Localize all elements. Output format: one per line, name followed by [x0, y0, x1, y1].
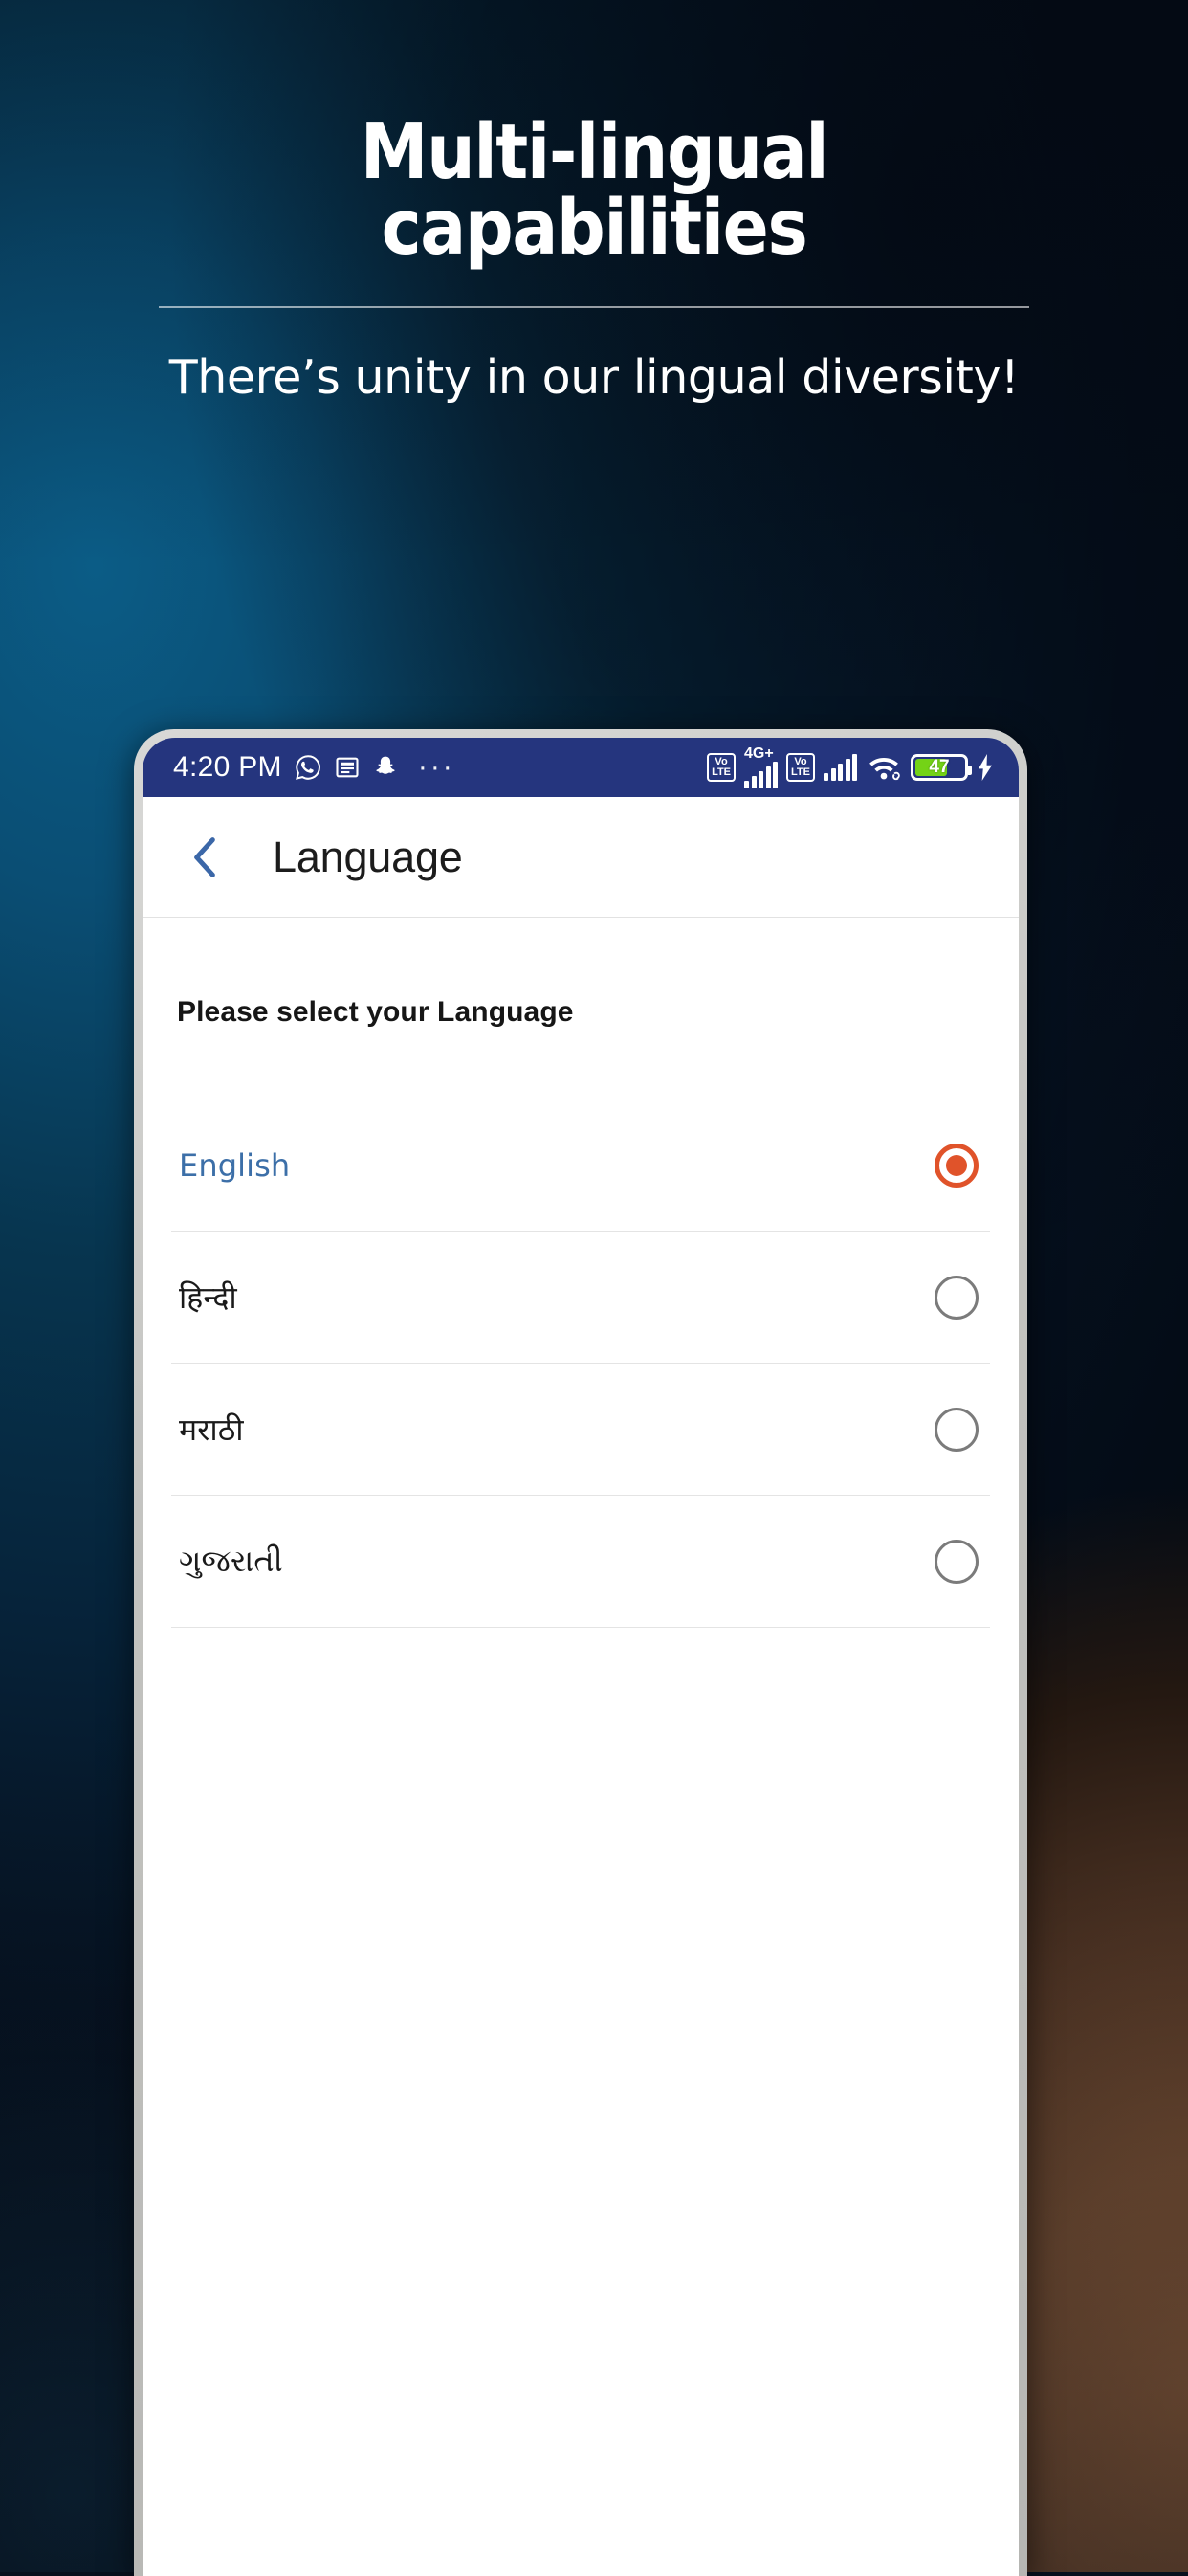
signal-bars-sim2-icon — [824, 754, 857, 781]
radio-button-marathi[interactable] — [935, 1407, 979, 1452]
promo-title-line-1: Multi-lingual — [360, 108, 829, 196]
radio-button-hindi[interactable] — [935, 1275, 979, 1320]
network-type-label: 4G+ — [744, 745, 774, 762]
status-bar-clock: 4:20 PM — [173, 751, 282, 783]
signal-bars-sim1-icon — [744, 762, 779, 788]
promo-title: Multi-lingual capabilities — [0, 115, 1188, 266]
promo-subtitle: There’s unity in our lingual diversity! — [168, 350, 1020, 405]
language-label: मराठी — [179, 1411, 244, 1448]
language-option-marathi[interactable]: मराठी — [171, 1364, 990, 1496]
select-language-prompt: Please select your Language — [177, 996, 574, 1028]
headline-divider — [159, 306, 1029, 308]
charging-bolt-icon — [979, 754, 992, 781]
language-option-english[interactable]: English — [171, 1099, 990, 1232]
promo-title-line-2: capabilities — [381, 184, 808, 272]
language-label: English — [179, 1146, 291, 1184]
volte-sim1-icon: Vo LTE — [707, 753, 737, 782]
language-screen-content: Please select your Language English हिन्… — [143, 918, 1019, 1628]
whatsapp-icon — [295, 755, 320, 780]
status-bar-right: Vo LTE 4G+ Vo LTE 47 — [707, 746, 994, 788]
back-button[interactable] — [175, 828, 234, 887]
language-option-gujarati[interactable]: ગુજરાતી — [171, 1496, 990, 1628]
status-bar: 4:20 PM ··· Vo LTE 4G+ Vo LTE 47 — [143, 738, 1019, 797]
phone-screen: 4:20 PM ··· Vo LTE 4G+ Vo LTE 47 Languag… — [143, 738, 1019, 2576]
battery-icon: 47 — [911, 754, 972, 781]
radio-button-gujarati[interactable] — [935, 1539, 979, 1584]
status-bar-overflow-icon: ··· — [417, 751, 455, 783]
volte-sim2-icon: Vo LTE — [786, 753, 815, 782]
language-option-hindi[interactable]: हिन्दी — [171, 1232, 990, 1364]
language-list: English हिन्दी मराठी ગુજરાતી — [171, 1099, 990, 1628]
phone-mockup: 4:20 PM ··· Vo LTE 4G+ Vo LTE 47 Languag… — [134, 729, 1027, 2576]
chevron-left-icon — [194, 836, 215, 877]
status-bar-left: 4:20 PM ··· — [173, 751, 455, 784]
news-icon — [336, 757, 359, 778]
app-bar: Language — [143, 797, 1019, 918]
snapchat-icon — [376, 756, 395, 774]
radio-button-english[interactable] — [935, 1143, 979, 1188]
battery-percent-label: 47 — [929, 757, 950, 777]
wifi-icon — [869, 758, 900, 781]
page-title: Language — [273, 832, 463, 881]
language-label: हिन्दी — [179, 1279, 237, 1316]
promo-headline-block: Multi-lingual capabilities There’s unity… — [0, 115, 1188, 405]
phone-bezel: 4:20 PM ··· Vo LTE 4G+ Vo LTE 47 Languag… — [134, 729, 1027, 2576]
language-label: ગુજરાતી — [179, 1543, 283, 1579]
